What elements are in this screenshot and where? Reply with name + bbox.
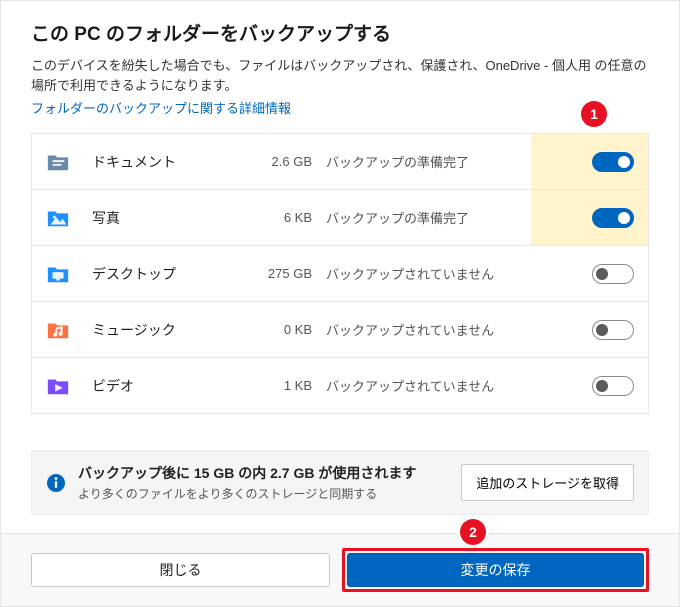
info-icon — [46, 473, 66, 493]
save-changes-button[interactable]: 変更の保存 — [347, 553, 644, 587]
annotation-2: 2 — [460, 519, 486, 545]
folder-status-label: バックアップの準備完了 — [312, 208, 592, 227]
folder-size-label: 2.6 GB — [232, 154, 312, 169]
folder-row: デスクトップ275 GBバックアップされていません — [32, 246, 648, 302]
folder-name-label: ミュージック — [92, 320, 232, 340]
folder-name-label: ドキュメント — [92, 152, 232, 172]
documents-folder-icon — [46, 151, 70, 173]
desktop-folder-icon — [46, 263, 70, 285]
page-title: この PC のフォルダーをバックアップする — [31, 19, 649, 46]
folder-name-label: デスクトップ — [92, 264, 232, 284]
close-button[interactable]: 閉じる — [31, 553, 330, 587]
folder-status-label: バックアップされていません — [312, 264, 592, 283]
folder-row: ドキュメント2.6 GBバックアップの準備完了 — [32, 134, 648, 190]
folder-size-label: 0 KB — [232, 322, 312, 337]
folder-size-label: 275 GB — [232, 266, 312, 281]
folder-row: ビデオ1 KBバックアップされていません — [32, 358, 648, 414]
backup-toggle[interactable] — [592, 264, 634, 284]
get-more-storage-button[interactable]: 追加のストレージを取得 — [461, 464, 634, 501]
toggle-knob — [596, 380, 608, 392]
folder-status-label: バックアップされていません — [312, 320, 592, 339]
folder-status-label: バックアップの準備完了 — [312, 152, 592, 171]
save-highlight-box: 2 変更の保存 — [342, 548, 649, 592]
folder-status-label: バックアップされていません — [312, 376, 592, 395]
toggle-knob — [596, 324, 608, 336]
backup-toggle[interactable] — [592, 320, 634, 340]
videos-folder-icon — [46, 375, 70, 397]
folder-row: 写真6 KBバックアップの準備完了 — [32, 190, 648, 246]
folder-size-label: 6 KB — [232, 210, 312, 225]
toggle-knob — [596, 268, 608, 280]
storage-info-title: バックアップ後に 15 GB の内 2.7 GB が使用されます — [78, 463, 449, 483]
backup-toggle[interactable] — [592, 152, 634, 172]
storage-info-subtitle: より多くのファイルをより多くのストレージと同期する — [78, 485, 449, 502]
annotation-1: 1 — [581, 101, 607, 127]
folder-row: ミュージック0 KBバックアップされていません — [32, 302, 648, 358]
music-folder-icon — [46, 319, 70, 341]
backup-toggle[interactable] — [592, 376, 634, 396]
folder-size-label: 1 KB — [232, 378, 312, 393]
toggle-knob — [618, 156, 630, 168]
folder-name-label: ビデオ — [92, 376, 232, 396]
backup-details-link[interactable]: フォルダーのバックアップに関する詳細情報 — [31, 101, 291, 116]
folder-list: ドキュメント2.6 GBバックアップの準備完了写真6 KBバックアップの準備完了… — [31, 133, 649, 414]
folder-name-label: 写真 — [92, 208, 232, 228]
pictures-folder-icon — [46, 207, 70, 229]
dialog-footer: 閉じる 2 変更の保存 — [1, 533, 679, 606]
page-subtitle: このデバイスを紛失した場合でも、ファイルはバックアップされ、保護され、OneDr… — [31, 56, 649, 96]
storage-info-box: バックアップ後に 15 GB の内 2.7 GB が使用されます より多くのファ… — [31, 450, 649, 515]
backup-toggle[interactable] — [592, 208, 634, 228]
toggle-knob — [618, 212, 630, 224]
